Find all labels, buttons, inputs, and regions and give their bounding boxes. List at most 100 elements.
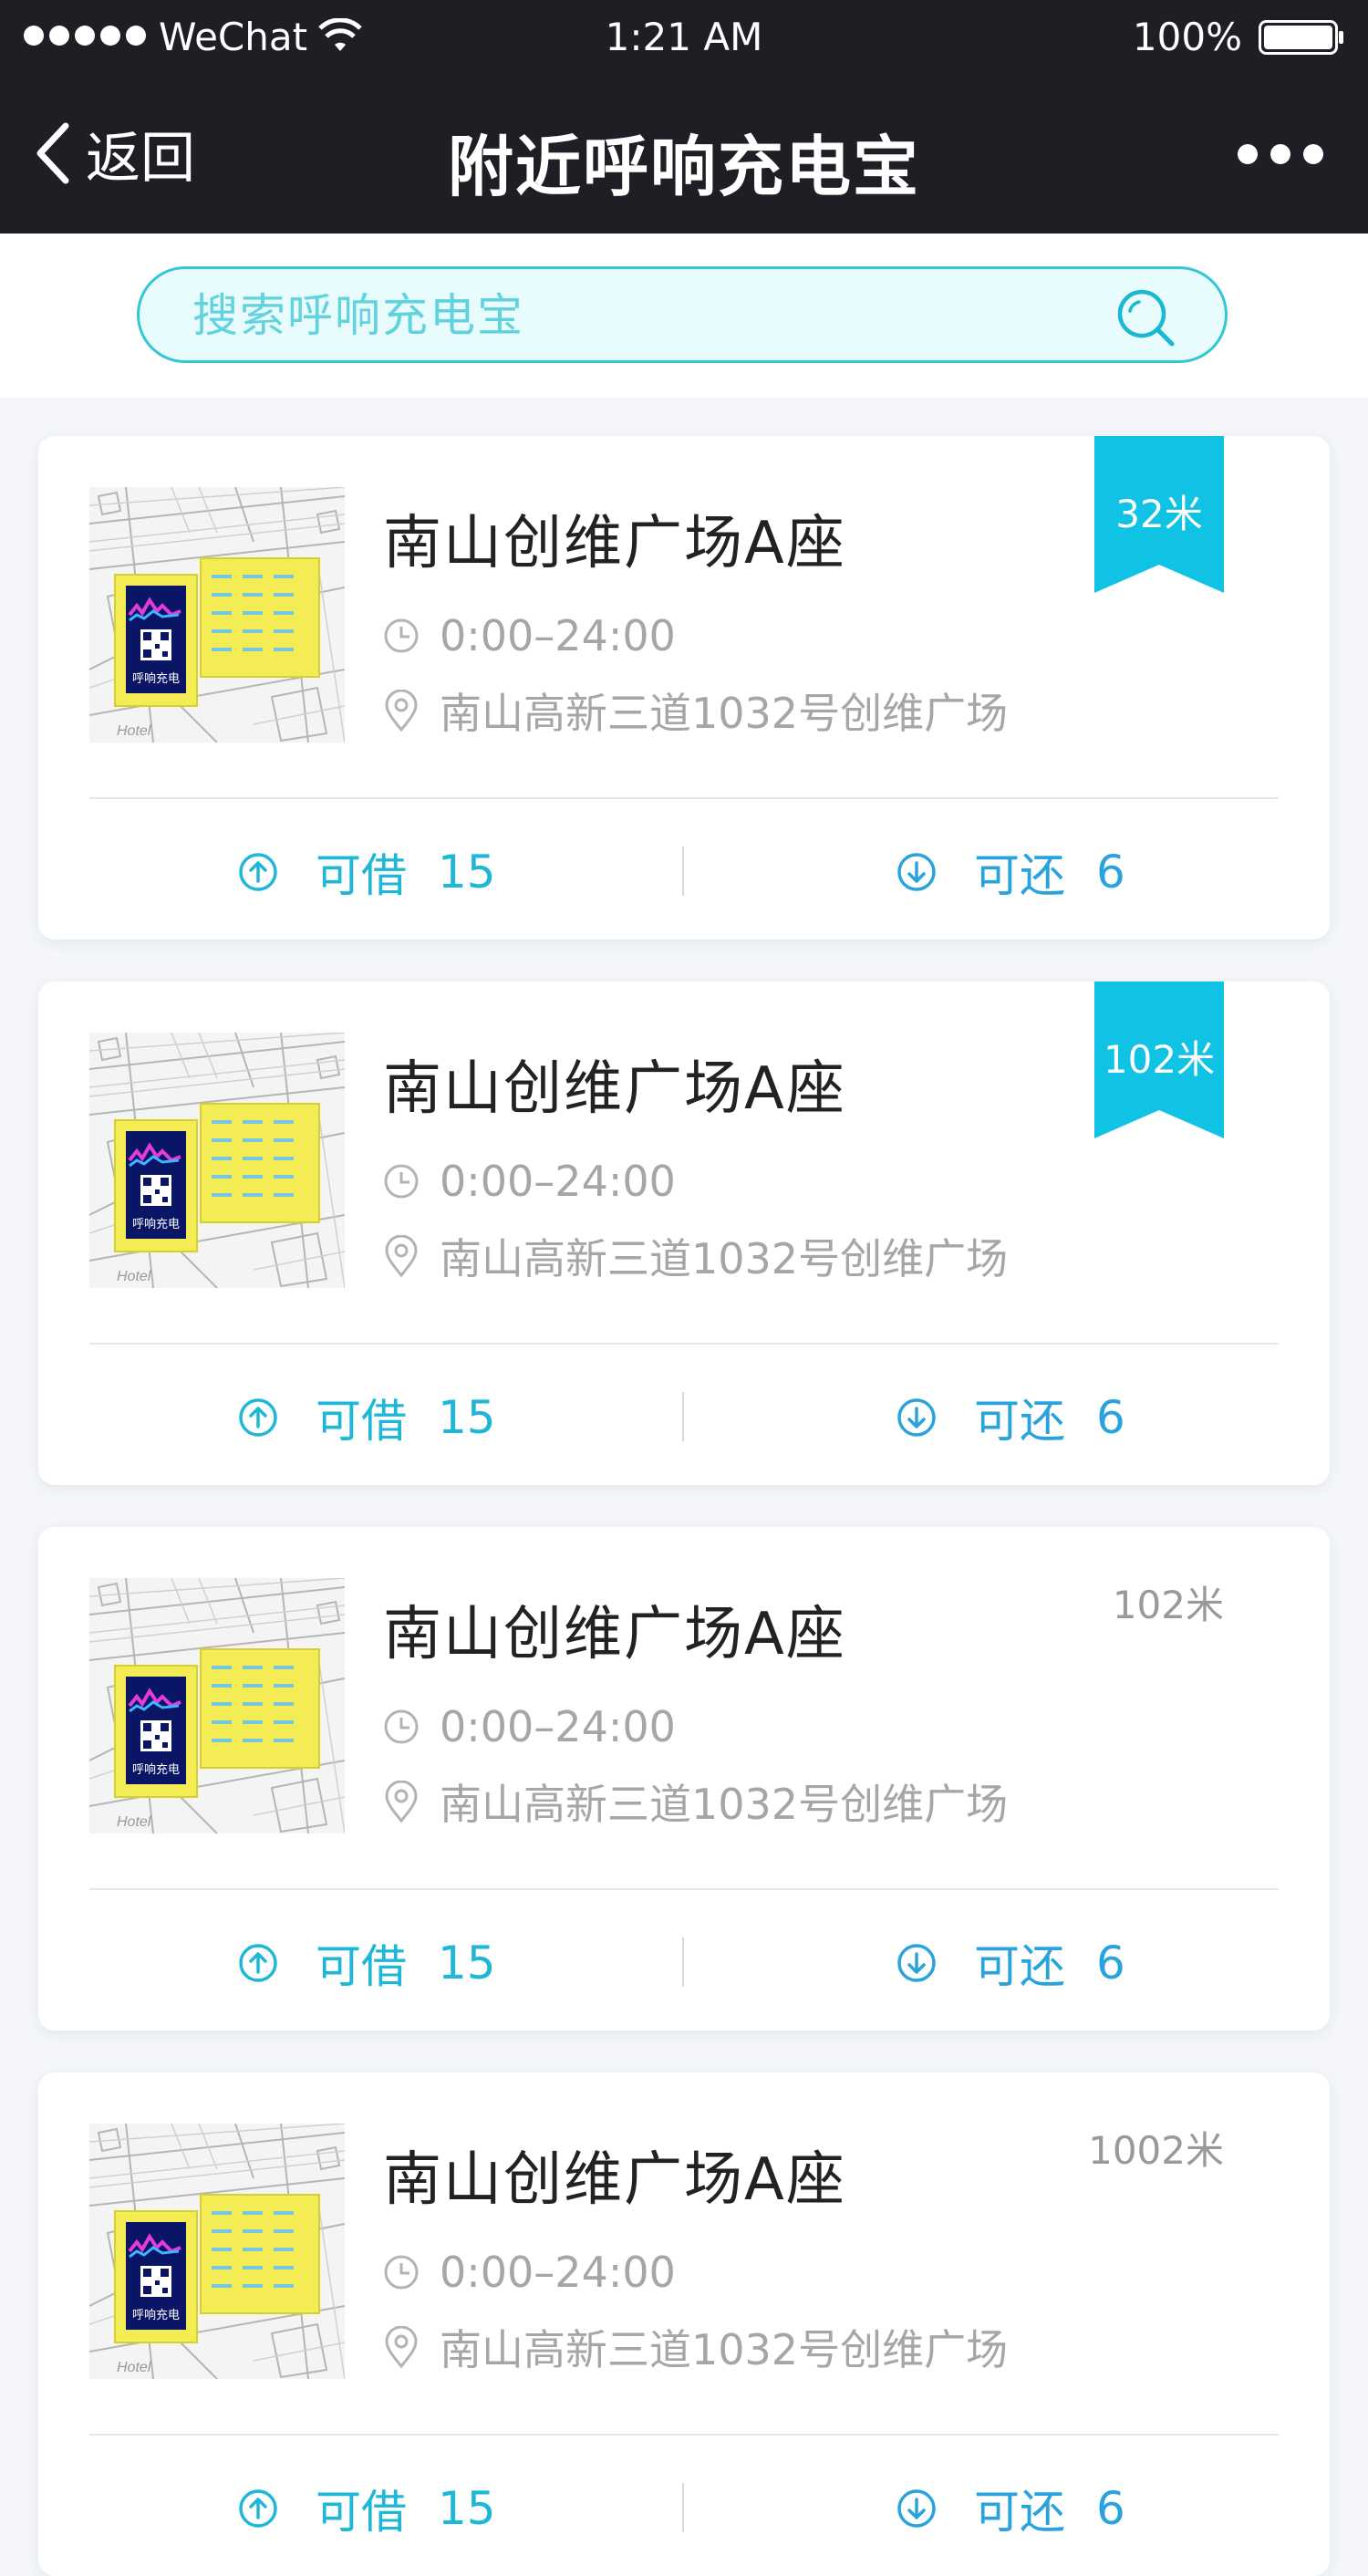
clock-icon bbox=[384, 1709, 419, 1744]
address-text: 南山高新三道1032号创维广场 bbox=[440, 2325, 1009, 2374]
station-map-image: 呼响充电 Hotel bbox=[89, 2124, 345, 2379]
borrow-label: 可借 bbox=[316, 1940, 407, 1993]
borrow-label: 可借 bbox=[316, 2486, 407, 2539]
nav-bar: 返回 附近呼响充电宝 bbox=[0, 77, 1368, 234]
station-map-image: 呼响充电 Hotel bbox=[89, 1578, 345, 1833]
card-stats: 可借 15 可还 6 bbox=[38, 2436, 1330, 2576]
hours-text: 0:00–24:00 bbox=[440, 2248, 676, 2297]
station-hours: 0:00–24:00 bbox=[383, 1702, 676, 1751]
thumbnail-map-label: Hotel bbox=[117, 723, 151, 739]
arrow-down-circle-icon bbox=[897, 1944, 936, 1982]
thumbnail-sign: 呼响充电 bbox=[132, 1217, 180, 1231]
return-stat[interactable]: 可还 6 bbox=[896, 839, 1125, 905]
search-input[interactable] bbox=[191, 269, 1106, 362]
return-label: 可还 bbox=[974, 2486, 1065, 2539]
borrow-count: 15 bbox=[438, 1937, 496, 1989]
borrow-label: 可借 bbox=[316, 849, 407, 902]
battery-icon bbox=[1259, 20, 1343, 55]
thumbnail-map-label: Hotel bbox=[117, 2360, 151, 2375]
station-card[interactable]: 呼响充电 Hotel 南山创维广场A座 0:00–24:00 南山高新三道103… bbox=[38, 1527, 1330, 2031]
distance-badge: 102米 bbox=[1112, 1583, 1224, 1627]
borrow-count: 15 bbox=[438, 1391, 496, 1444]
address-text: 南山高新三道1032号创维广场 bbox=[440, 1780, 1009, 1829]
arrow-down-circle-icon bbox=[897, 1398, 936, 1437]
station-thumbnail: 呼响充电 Hotel bbox=[89, 2124, 345, 2379]
thumbnail-map-label: Hotel bbox=[117, 1814, 151, 1830]
search-icon[interactable] bbox=[1115, 287, 1176, 348]
location-pin-icon bbox=[385, 1781, 418, 1823]
hours-text: 0:00–24:00 bbox=[440, 611, 676, 660]
stats-separator bbox=[682, 1937, 684, 1987]
station-name: 南山创维广场A座 bbox=[383, 2146, 846, 2214]
search-bar bbox=[0, 234, 1368, 398]
thumbnail-sign: 呼响充电 bbox=[132, 671, 180, 685]
card-stats: 可借 15 可还 6 bbox=[38, 799, 1330, 940]
station-address: 南山高新三道1032号创维广场 bbox=[383, 2317, 1008, 2377]
return-label: 可还 bbox=[974, 1940, 1065, 1993]
return-count: 6 bbox=[1096, 846, 1125, 898]
station-card[interactable]: 呼响充电 Hotel 南山创维广场A座 0:00–24:00 南山高新三道103… bbox=[38, 436, 1330, 940]
arrow-up-circle-icon bbox=[239, 1398, 277, 1437]
card-stats: 可借 15 可还 6 bbox=[38, 1345, 1330, 1485]
clock-icon bbox=[384, 618, 419, 653]
station-card[interactable]: 呼响充电 Hotel 南山创维广场A座 0:00–24:00 南山高新三道103… bbox=[38, 2072, 1330, 2576]
borrow-count: 15 bbox=[438, 2482, 496, 2535]
return-label: 可还 bbox=[974, 1395, 1065, 1448]
station-hours: 0:00–24:00 bbox=[383, 2248, 676, 2297]
borrow-stat[interactable]: 可借 15 bbox=[237, 1930, 496, 1996]
station-address: 南山高新三道1032号创维广场 bbox=[383, 1226, 1008, 1286]
return-count: 6 bbox=[1096, 1937, 1125, 1989]
clock-icon bbox=[384, 1164, 419, 1199]
station-map-image: 呼响充电 Hotel bbox=[89, 1033, 345, 1288]
borrow-label: 可借 bbox=[316, 1395, 407, 1448]
stats-separator bbox=[682, 2483, 684, 2532]
clock-icon bbox=[384, 2255, 419, 2290]
search-box[interactable] bbox=[137, 266, 1228, 363]
stats-separator bbox=[682, 1392, 684, 1441]
distance-badge: 102米 bbox=[1094, 982, 1224, 1138]
distance-badge: 1002米 bbox=[1088, 2128, 1224, 2173]
return-label: 可还 bbox=[974, 849, 1065, 902]
page-title: 附近呼响充电宝 bbox=[447, 129, 920, 205]
borrow-stat[interactable]: 可借 15 bbox=[237, 839, 496, 905]
stats-separator bbox=[682, 847, 684, 896]
return-stat[interactable]: 可还 6 bbox=[896, 2476, 1125, 2541]
station-hours: 0:00–24:00 bbox=[383, 611, 676, 660]
station-name: 南山创维广场A座 bbox=[383, 1055, 846, 1123]
hours-text: 0:00–24:00 bbox=[440, 1157, 676, 1206]
address-text: 南山高新三道1032号创维广场 bbox=[440, 689, 1009, 738]
more-options-icon[interactable] bbox=[1237, 140, 1324, 168]
address-text: 南山高新三道1032号创维广场 bbox=[440, 1234, 1009, 1283]
station-address: 南山高新三道1032号创维广场 bbox=[383, 1771, 1008, 1832]
station-thumbnail: 呼响充电 Hotel bbox=[89, 487, 345, 743]
station-address: 南山高新三道1032号创维广场 bbox=[383, 680, 1008, 741]
card-stats: 可借 15 可还 6 bbox=[38, 1890, 1330, 2031]
hours-text: 0:00–24:00 bbox=[440, 1702, 676, 1751]
return-count: 6 bbox=[1096, 2482, 1125, 2535]
top-bar: WeChat 1:21 AM 100% 返回 附近呼响充电宝 bbox=[0, 0, 1368, 234]
borrow-count: 15 bbox=[438, 846, 496, 898]
station-thumbnail: 呼响充电 Hotel bbox=[89, 1578, 345, 1833]
return-stat[interactable]: 可还 6 bbox=[896, 1930, 1125, 1996]
station-card[interactable]: 呼响充电 Hotel 南山创维广场A座 0:00–24:00 南山高新三道103… bbox=[38, 982, 1330, 1485]
return-stat[interactable]: 可还 6 bbox=[896, 1385, 1125, 1450]
location-pin-icon bbox=[385, 2326, 418, 2368]
return-count: 6 bbox=[1096, 1391, 1125, 1444]
thumbnail-sign: 呼响充电 bbox=[132, 2308, 180, 2322]
borrow-stat[interactable]: 可借 15 bbox=[237, 2476, 496, 2541]
location-pin-icon bbox=[385, 690, 418, 732]
location-pin-icon bbox=[385, 1235, 418, 1277]
status-bar: WeChat 1:21 AM 100% bbox=[0, 0, 1368, 77]
station-name: 南山创维广场A座 bbox=[383, 510, 846, 577]
arrow-down-circle-icon bbox=[897, 853, 936, 891]
station-hours: 0:00–24:00 bbox=[383, 1157, 676, 1206]
thumbnail-sign: 呼响充电 bbox=[132, 1762, 180, 1776]
thumbnail-map-label: Hotel bbox=[117, 1269, 151, 1284]
borrow-stat[interactable]: 可借 15 bbox=[237, 1385, 496, 1450]
arrow-up-circle-icon bbox=[239, 853, 277, 891]
arrow-up-circle-icon bbox=[239, 1944, 277, 1982]
station-map-image: 呼响充电 Hotel bbox=[89, 487, 345, 743]
battery-percent: 100% bbox=[1132, 15, 1242, 59]
station-name: 南山创维广场A座 bbox=[383, 1601, 846, 1668]
arrow-down-circle-icon bbox=[897, 2489, 936, 2528]
